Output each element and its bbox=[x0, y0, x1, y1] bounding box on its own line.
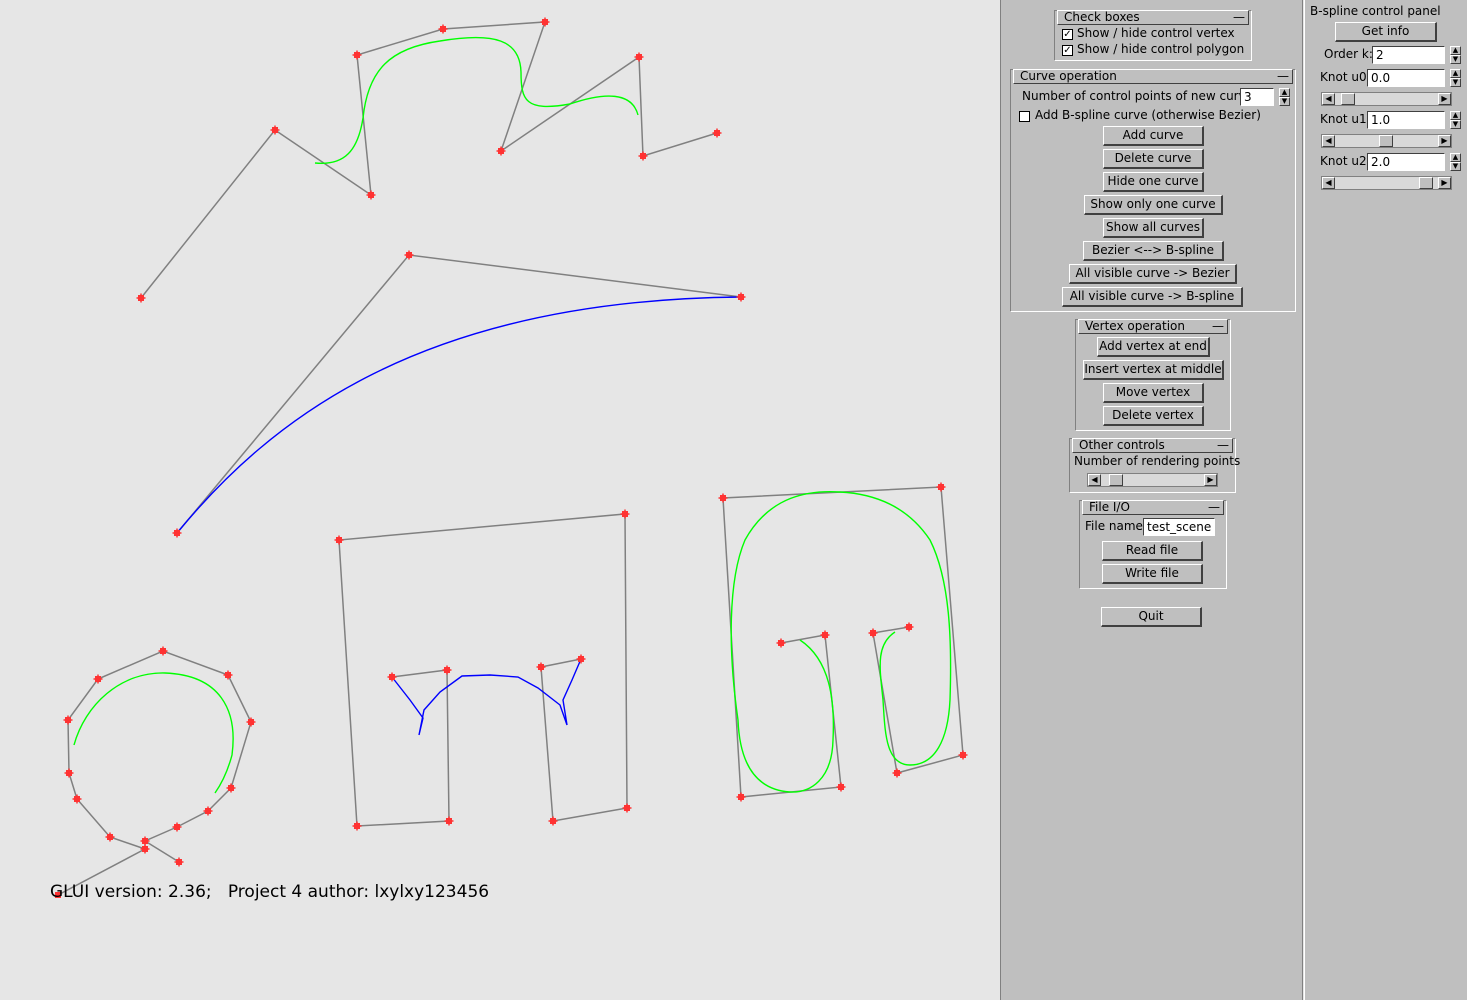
read-file-button[interactable]: Read file bbox=[1102, 541, 1203, 561]
file-name-input[interactable]: test_scene bbox=[1143, 518, 1215, 536]
main-control-panel: Check boxes — ✓ Show / hide control vert… bbox=[1000, 0, 1303, 1000]
all-to-bspline-button[interactable]: All visible curve -> B-spline bbox=[1062, 287, 1243, 307]
rollout-title: Vertex operation bbox=[1085, 319, 1186, 333]
spinner-arrows-icon[interactable]: ▲ ▼ bbox=[1450, 46, 1461, 64]
control-polygon-1 bbox=[140, 21, 718, 299]
minus-icon[interactable]: — bbox=[1208, 501, 1220, 513]
add-bspline-label: Add B-spline curve (otherwise Bezier) bbox=[1035, 108, 1261, 122]
knot-u1-input[interactable]: 1.0 bbox=[1367, 111, 1445, 129]
arrow-left-icon[interactable]: ◀ bbox=[1322, 135, 1335, 147]
move-vertex-button[interactable]: Move vertex bbox=[1103, 383, 1204, 403]
show-control-polygon-checkbox[interactable]: ✓ bbox=[1062, 45, 1073, 56]
order-k-input[interactable]: 2 bbox=[1372, 46, 1445, 64]
arrow-right-icon[interactable]: ▶ bbox=[1438, 177, 1451, 189]
file-io-rollout-header[interactable]: File I/O — bbox=[1082, 500, 1224, 515]
minus-icon[interactable]: — bbox=[1212, 320, 1224, 332]
all-to-bezier-button[interactable]: All visible curve -> Bezier bbox=[1069, 264, 1237, 284]
control-polygon-5 bbox=[722, 486, 964, 798]
delete-curve-button[interactable]: Delete curve bbox=[1103, 149, 1204, 169]
vertex-operation-rollout: Vertex operation — Add vertex at end Ins… bbox=[1075, 319, 1231, 431]
file-name-label: File name bbox=[1085, 519, 1143, 533]
knot-u0-label: Knot u0 bbox=[1320, 70, 1367, 84]
bspline-panel-title: B-spline control panel bbox=[1310, 4, 1441, 18]
delete-vertex-button[interactable]: Delete vertex bbox=[1103, 406, 1204, 426]
bezier-bspline-toggle-button[interactable]: Bezier <--> B-spline bbox=[1083, 241, 1224, 261]
vertex-operation-rollout-header[interactable]: Vertex operation — bbox=[1078, 319, 1228, 334]
slider-thumb[interactable] bbox=[1341, 93, 1355, 105]
arrow-left-icon[interactable]: ◀ bbox=[1088, 474, 1101, 486]
num-points-input[interactable]: 3 bbox=[1240, 88, 1274, 106]
slider-thumb[interactable] bbox=[1379, 135, 1393, 147]
knot-u2-label: Knot u2 bbox=[1320, 154, 1367, 168]
rollout-title: File I/O bbox=[1089, 500, 1130, 514]
drawing-canvas[interactable]: GLUI version: 2.36; Project 4 author: lx… bbox=[0, 0, 1000, 1000]
arrow-left-icon[interactable]: ◀ bbox=[1322, 93, 1335, 105]
other-controls-rollout: Other controls — Number of rendering poi… bbox=[1069, 438, 1240, 493]
arrow-right-icon[interactable]: ▶ bbox=[1204, 474, 1217, 486]
spinner-arrows-icon[interactable]: ▲ ▼ bbox=[1450, 111, 1461, 129]
spinner-arrows-icon[interactable]: ▲ ▼ bbox=[1279, 88, 1290, 106]
order-k-label: Order k: bbox=[1324, 47, 1373, 61]
arrow-right-icon[interactable]: ▶ bbox=[1438, 93, 1451, 105]
other-controls-rollout-header[interactable]: Other controls — bbox=[1072, 438, 1233, 453]
arrow-right-icon[interactable]: ▶ bbox=[1438, 135, 1451, 147]
show-control-polygon-label: Show / hide control polygon bbox=[1077, 42, 1245, 56]
curve-2 bbox=[176, 296, 742, 534]
minus-icon[interactable]: — bbox=[1217, 439, 1229, 451]
num-points-label: Number of control points of new curve: bbox=[1022, 89, 1258, 103]
add-bspline-checkbox[interactable] bbox=[1019, 111, 1030, 122]
control-polygon-2 bbox=[176, 254, 742, 534]
knot-u2-input[interactable]: 2.0 bbox=[1367, 153, 1445, 171]
slider-thumb[interactable] bbox=[1419, 177, 1433, 189]
knot-u0-slider[interactable]: ◀ ▶ bbox=[1321, 92, 1452, 106]
curve-scene[interactable] bbox=[0, 0, 1000, 1000]
hide-one-curve-button[interactable]: Hide one curve bbox=[1103, 172, 1204, 192]
bspline-control-panel: B-spline control panel Get info Order k:… bbox=[1304, 0, 1467, 1000]
get-info-button[interactable]: Get info bbox=[1335, 22, 1437, 42]
rollout-title: Curve operation bbox=[1020, 69, 1117, 83]
version-author-text: GLUI version: 2.36; Project 4 author: lx… bbox=[50, 882, 490, 902]
show-control-vertex-checkbox[interactable]: ✓ bbox=[1062, 29, 1073, 40]
curve-operation-rollout-header[interactable]: Curve operation — bbox=[1013, 69, 1293, 84]
quit-button[interactable]: Quit bbox=[1101, 607, 1202, 627]
control-polygon-4 bbox=[338, 513, 628, 827]
curve-5 bbox=[730, 490, 952, 793]
show-all-curves-button[interactable]: Show all curves bbox=[1103, 218, 1204, 238]
curve-4 bbox=[391, 658, 582, 736]
minus-icon[interactable]: — bbox=[1277, 70, 1289, 82]
spinner-arrows-icon[interactable]: ▲ ▼ bbox=[1450, 153, 1461, 171]
add-vertex-at-end-button[interactable]: Add vertex at end bbox=[1097, 337, 1210, 357]
spinner-arrows-icon[interactable]: ▲ ▼ bbox=[1450, 69, 1461, 87]
rendering-points-slider[interactable]: ◀ ▶ bbox=[1087, 473, 1218, 487]
file-io-rollout: File I/O — File name test_scene Read fil… bbox=[1079, 500, 1227, 589]
control-polygon-3 bbox=[67, 650, 252, 863]
check-boxes-rollout-header[interactable]: Check boxes — bbox=[1057, 10, 1249, 25]
write-file-button[interactable]: Write file bbox=[1102, 564, 1203, 584]
arrow-left-icon[interactable]: ◀ bbox=[1322, 177, 1335, 189]
check-boxes-rollout: Check boxes — ✓ Show / hide control vert… bbox=[1054, 10, 1252, 61]
show-control-vertex-label: Show / hide control vertex bbox=[1077, 26, 1235, 40]
knot-u0-input[interactable]: 0.0 bbox=[1367, 69, 1445, 87]
knot-u2-slider[interactable]: ◀ ▶ bbox=[1321, 176, 1452, 190]
slider-thumb[interactable] bbox=[1109, 474, 1123, 486]
add-curve-button[interactable]: Add curve bbox=[1103, 126, 1204, 146]
curve-1 bbox=[314, 36, 639, 165]
rollout-title: Check boxes bbox=[1064, 10, 1140, 24]
curve-3 bbox=[73, 672, 234, 794]
rollout-title: Other controls bbox=[1079, 438, 1165, 452]
show-only-one-curve-button[interactable]: Show only one curve bbox=[1084, 195, 1223, 215]
insert-vertex-at-middle-button[interactable]: Insert vertex at middle bbox=[1083, 360, 1224, 380]
knot-u1-slider[interactable]: ◀ ▶ bbox=[1321, 134, 1452, 148]
minus-icon[interactable]: — bbox=[1233, 11, 1245, 23]
rendering-points-label: Number of rendering points bbox=[1074, 454, 1241, 468]
knot-u1-label: Knot u1 bbox=[1320, 112, 1367, 126]
curve-operation-rollout: Curve operation — Number of control poin… bbox=[1010, 69, 1296, 312]
